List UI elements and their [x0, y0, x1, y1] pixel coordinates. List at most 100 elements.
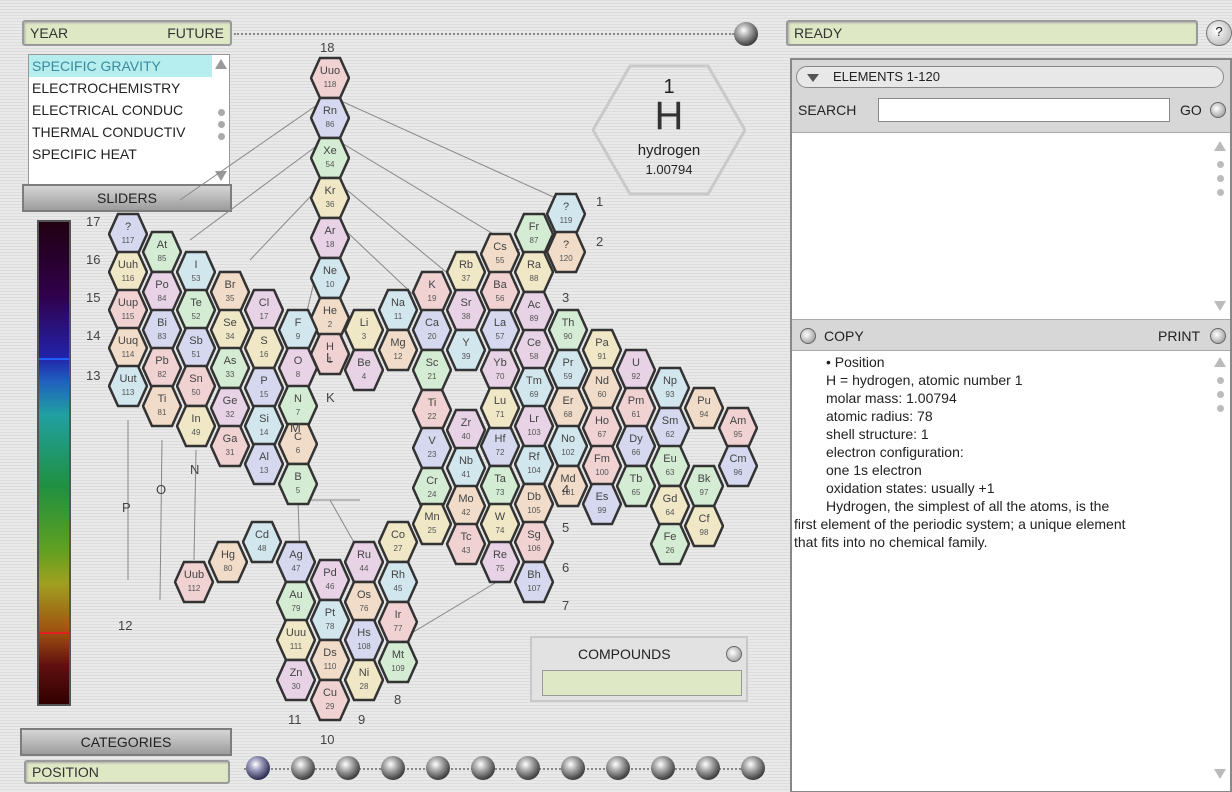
- category-ball-button[interactable]: [291, 756, 315, 780]
- element-tile[interactable]: Hg 80: [208, 540, 248, 584]
- element-tile[interactable]: Bh 107: [514, 560, 554, 604]
- element-tile[interactable]: Co 27: [378, 520, 418, 564]
- scroll-down-icon[interactable]: [1214, 769, 1226, 779]
- element-tile[interactable]: Pt 78: [310, 598, 350, 642]
- element-symbol: Cu: [322, 687, 338, 699]
- element-number: 66: [631, 448, 641, 457]
- element-tile[interactable]: Bk 97: [684, 464, 724, 508]
- element-browser: ELEMENTS 1-120 SEARCH GO COPY PRINT • Po…: [790, 58, 1232, 792]
- go-button[interactable]: GO: [1180, 102, 1202, 118]
- connector-line: [179, 95, 331, 201]
- info-line: molar mass: 1.00794: [826, 390, 957, 406]
- print-radio-icon[interactable]: [1210, 328, 1226, 344]
- element-symbol: Pd: [323, 567, 337, 579]
- category-ball-button[interactable]: [336, 756, 360, 780]
- element-results-list[interactable]: [792, 132, 1230, 320]
- category-ball-button[interactable]: [606, 756, 630, 780]
- element-tile[interactable]: Fe 26: [650, 522, 690, 566]
- element-tile[interactable]: Xe 54: [310, 136, 350, 180]
- copy-radio-icon[interactable]: [800, 328, 816, 344]
- element-tile[interactable]: Ag 47: [276, 540, 316, 584]
- element-tile[interactable]: Kr 36: [310, 176, 350, 220]
- element-tile[interactable]: Es 99: [582, 482, 622, 526]
- element-tile[interactable]: B5: [278, 462, 318, 506]
- selected-element-badge: 1 H hydrogen 1.00794: [592, 64, 746, 196]
- element-symbol: Bk: [697, 473, 711, 485]
- element-tile[interactable]: Uuu 111: [276, 618, 316, 662]
- element-number: 8: [295, 370, 301, 379]
- element-symbol: Uuu: [285, 627, 307, 639]
- element-tile[interactable]: Tb 65: [616, 464, 656, 508]
- hexagon-icon: [208, 540, 248, 584]
- element-tile[interactable]: Mt 109: [378, 640, 418, 684]
- element-number: 96: [733, 468, 743, 477]
- category-ball-button[interactable]: [246, 756, 270, 780]
- scroll-down-icon[interactable]: [1214, 301, 1226, 311]
- element-number: 79: [291, 604, 301, 613]
- print-button[interactable]: PRINT: [1158, 328, 1200, 344]
- table-label: O: [156, 482, 167, 497]
- go-radio-icon[interactable]: [1210, 102, 1226, 118]
- element-number: 80: [223, 564, 233, 573]
- elements-dropdown[interactable]: ELEMENTS 1-120: [796, 66, 1224, 88]
- element-tile[interactable]: Cm 96: [718, 444, 758, 488]
- element-tile[interactable]: Rh 45: [378, 560, 418, 604]
- status-bar: READY: [786, 20, 1198, 46]
- element-number: 77: [393, 624, 403, 633]
- element-tile[interactable]: Sg 106: [514, 520, 554, 564]
- element-tile[interactable]: ? 120: [546, 230, 586, 274]
- info-line: oxidation states: usually +1: [826, 480, 995, 496]
- copy-button[interactable]: COPY: [824, 328, 864, 344]
- element-tile[interactable]: Cf 98: [684, 504, 724, 548]
- scroll-up-icon[interactable]: [1214, 141, 1226, 151]
- hexagon-icon: [718, 444, 758, 488]
- results-scrollbar[interactable]: [1214, 139, 1226, 313]
- element-tile[interactable]: Ni 28: [344, 658, 384, 702]
- category-ball-button[interactable]: [651, 756, 675, 780]
- hexagon-icon: [276, 618, 316, 662]
- element-tile[interactable]: Eu 63: [650, 444, 690, 488]
- element-number: 112: [187, 584, 201, 593]
- categories-button[interactable]: CATEGORIES: [20, 728, 232, 756]
- element-tile[interactable]: Ir 77: [378, 600, 418, 644]
- table-label: 7: [562, 598, 570, 613]
- category-ball-button[interactable]: [561, 756, 585, 780]
- compounds-toggle[interactable]: [726, 646, 742, 662]
- category-ball-button[interactable]: [741, 756, 765, 780]
- element-tile[interactable]: Ds 110: [310, 638, 350, 682]
- table-label: 6: [562, 560, 570, 575]
- element-symbol: Am: [729, 415, 747, 427]
- element-symbol: Ir: [394, 609, 402, 621]
- element-tile[interactable]: Rn 86: [310, 96, 350, 140]
- table-label: K: [326, 390, 335, 405]
- hexagon-icon: [310, 638, 350, 682]
- scroll-dot-icon: [1217, 161, 1224, 168]
- table-label: P: [122, 500, 131, 515]
- search-input[interactable]: [878, 98, 1170, 122]
- element-tile[interactable]: Cu 29: [310, 678, 350, 722]
- hexagon-icon: [276, 540, 316, 584]
- element-tile[interactable]: Cd 48: [242, 520, 282, 564]
- element-tile[interactable]: Ar 18: [310, 216, 350, 260]
- table-label: 9: [358, 712, 366, 727]
- element-tile[interactable]: Zn 30: [276, 658, 316, 702]
- element-tile[interactable]: Pd 46: [310, 558, 350, 602]
- element-tile[interactable]: Ne 10: [310, 256, 350, 300]
- scroll-up-icon[interactable]: [1214, 357, 1226, 367]
- category-field[interactable]: POSITION: [24, 760, 230, 784]
- element-tile[interactable]: Uuo 118: [310, 56, 350, 100]
- element-symbol: ?: [562, 239, 570, 251]
- category-ball-button[interactable]: [426, 756, 450, 780]
- category-ball-button[interactable]: [696, 756, 720, 780]
- category-ball-button[interactable]: [471, 756, 495, 780]
- category-ball-button[interactable]: [381, 756, 405, 780]
- help-button[interactable]: ?: [1206, 20, 1232, 46]
- category-ball-button[interactable]: [516, 756, 540, 780]
- element-tile[interactable]: Uub 112: [174, 560, 214, 604]
- element-number: 109: [391, 664, 405, 673]
- element-tile[interactable]: Dy 66: [616, 424, 656, 468]
- info-scrollbar[interactable]: [1214, 355, 1226, 781]
- compounds-field[interactable]: [542, 670, 742, 696]
- element-number: 118: [323, 80, 337, 89]
- element-symbol: F: [294, 317, 302, 329]
